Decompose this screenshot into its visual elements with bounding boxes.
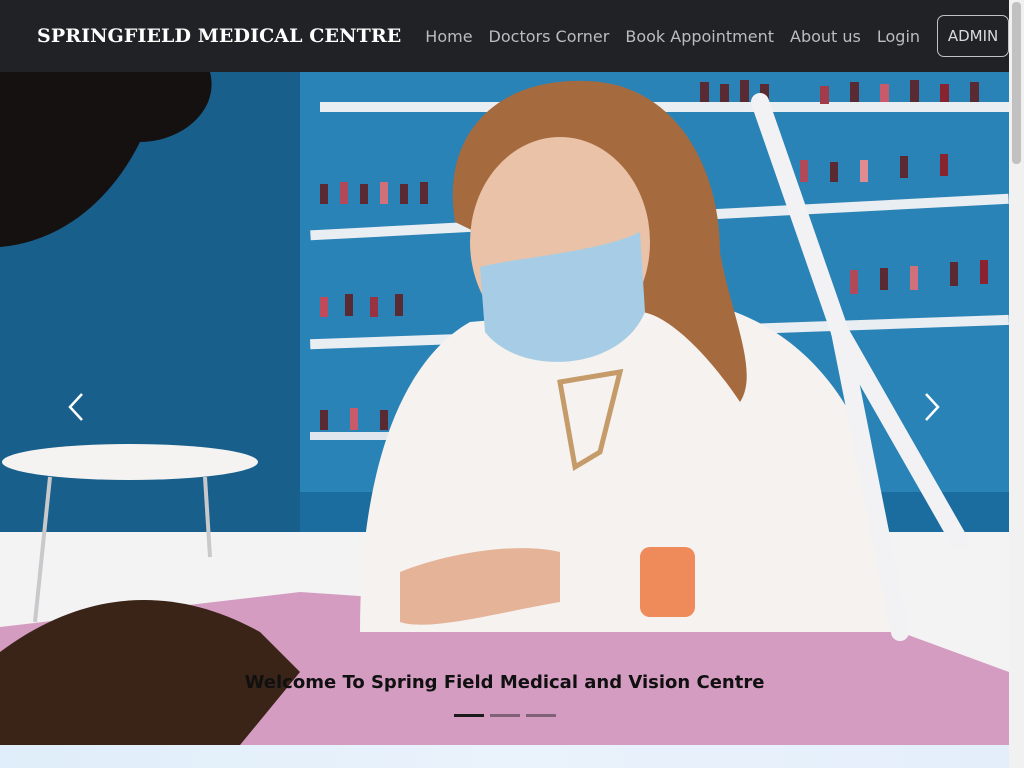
nav-link-home[interactable]: Home (425, 27, 472, 46)
next-section-strip (0, 745, 1009, 768)
carousel-next-button[interactable] (912, 382, 952, 432)
carousel-prev-button[interactable] (56, 382, 96, 432)
chevron-left-icon (68, 393, 83, 421)
carousel-indicator-3[interactable] (526, 714, 556, 717)
carousel-slide-image (0, 72, 1009, 745)
nav-link-about-us[interactable]: About us (790, 27, 861, 46)
scrollbar-thumb[interactable] (1012, 2, 1021, 164)
carousel-indicators (454, 714, 556, 717)
chevron-right-icon (925, 393, 940, 421)
slide-illustration (0, 72, 1009, 745)
carousel-indicator-2[interactable] (490, 714, 520, 717)
carousel-indicator-1[interactable] (454, 714, 484, 717)
nav-link-doctors-corner[interactable]: Doctors Corner (489, 27, 610, 46)
brand-title[interactable]: SPRINGFIELD MEDICAL CENTRE (37, 25, 401, 47)
page-scrollbar[interactable] (1009, 0, 1024, 768)
navbar: SPRINGFIELD MEDICAL CENTRE Home Doctors … (0, 0, 1009, 72)
nav-links: Home Doctors Corner Book Appointment Abo… (417, 27, 928, 46)
admin-button[interactable]: ADMIN (937, 15, 1009, 57)
carousel-caption: Welcome To Spring Field Medical and Visi… (244, 672, 765, 693)
nav-link-login[interactable]: Login (877, 27, 920, 46)
hero-carousel: Welcome To Spring Field Medical and Visi… (0, 72, 1009, 745)
nav-link-book-appointment[interactable]: Book Appointment (625, 27, 774, 46)
